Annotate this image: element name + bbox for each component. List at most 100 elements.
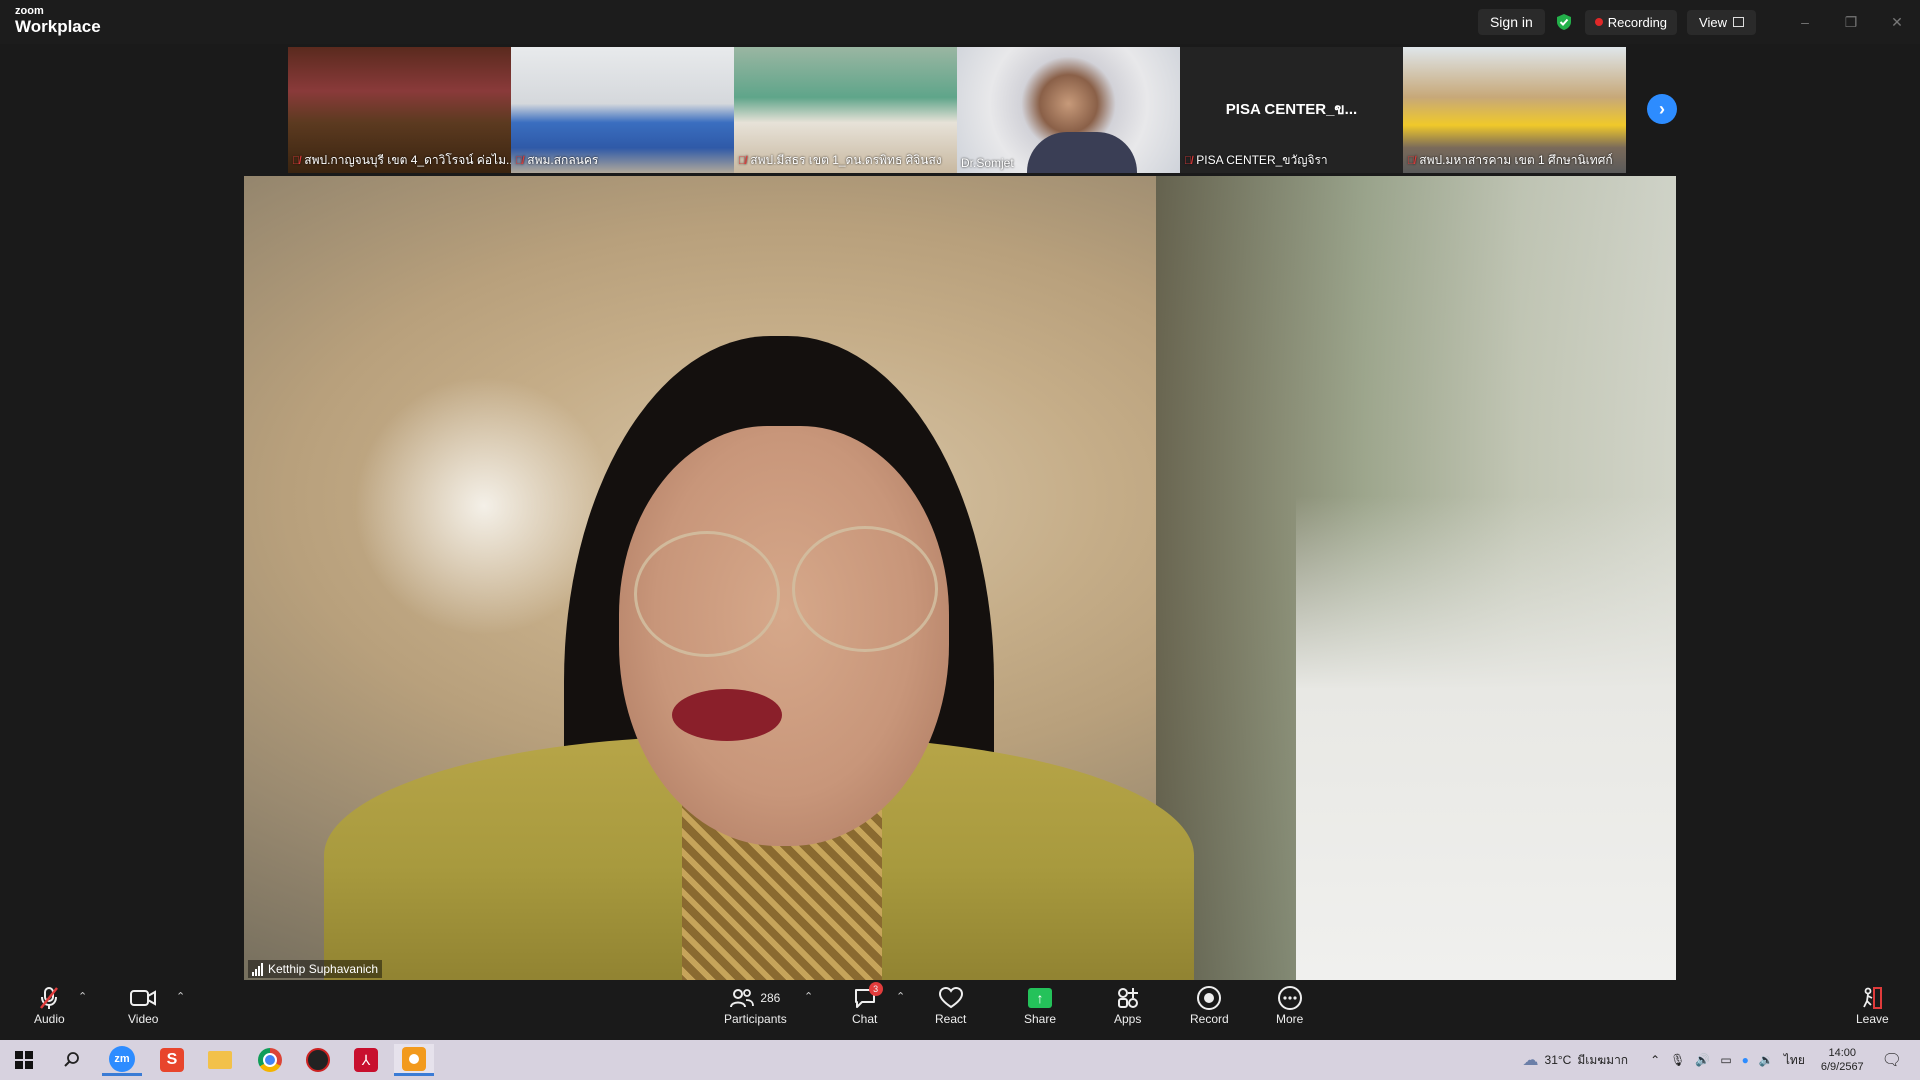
next-page-button[interactable]: › — [1647, 94, 1677, 124]
taskbar-chrome[interactable] — [250, 1044, 290, 1076]
sign-in-button[interactable]: Sign in — [1477, 9, 1545, 35]
shield-check-icon[interactable] — [1555, 13, 1573, 31]
participant-name-label: 🎙̸ สพป.มหาสารคาม เขต 1 ศึกษานิเทศก์ — [1407, 151, 1613, 170]
network-icon[interactable]: ▭ — [1720, 1053, 1731, 1067]
weather-cloud-icon[interactable]: ☁ — [1523, 1050, 1539, 1070]
chat-button[interactable]: 3 Chat — [852, 982, 883, 1026]
taskbar-app[interactable] — [394, 1044, 434, 1076]
record-button[interactable]: Record — [1190, 984, 1229, 1026]
audio-button[interactable]: Audio — [34, 984, 65, 1026]
windows-start-button[interactable] — [4, 1044, 44, 1076]
weather-temp[interactable]: 31°C — [1545, 1053, 1572, 1067]
mic-muted-icon: 🎙̸ — [515, 154, 524, 167]
view-button[interactable]: View — [1687, 9, 1756, 35]
chat-label: Chat — [852, 1012, 878, 1026]
recording-label: Recording — [1607, 14, 1668, 30]
mic-muted-icon: 🎙̸ — [738, 154, 747, 167]
heart-icon — [938, 986, 963, 1009]
video-background — [1296, 496, 1676, 980]
mic-muted-icon: 🎙̸ — [1184, 154, 1193, 167]
mic-muted-icon: 🎙̸ — [292, 154, 301, 167]
speaker-name: Ketthip Suphavanich — [268, 962, 379, 976]
taskbar-app[interactable] — [298, 1044, 338, 1076]
microphone-icon[interactable]: 🎙 — [1670, 1053, 1685, 1067]
clock-time: 14:00 — [1828, 1046, 1857, 1059]
participant-tile[interactable]: PISA CENTER_ข... 🎙̸ PISA CENTER_ขวัญจิรา — [1180, 47, 1403, 173]
mic-muted-icon — [40, 987, 59, 1009]
zoom-tray-icon[interactable]: ● — [1742, 1053, 1749, 1067]
signal-strength-icon — [252, 962, 264, 976]
video-camera-icon — [130, 990, 157, 1006]
system-tray: ☁ 31°C มีเมฆมาก ⌃ 🎙 🔊 ▭ ● 🔉 ไทย 14:00 6/… — [1523, 1040, 1920, 1080]
share-button[interactable]: ↑ Share — [1024, 984, 1056, 1026]
participant-name: สพป.กาญจนบุรี เขต 4_ดาวิโรจน์ ค่อไม... — [304, 153, 511, 167]
taskbar-search-button[interactable] — [52, 1044, 92, 1076]
taskbar-zoom-app[interactable]: zm — [102, 1044, 142, 1076]
apps-icon — [1117, 988, 1138, 1008]
glasses — [792, 526, 938, 652]
taskbar-acrobat[interactable]: ⅄ — [346, 1044, 386, 1076]
more-button[interactable]: More — [1276, 984, 1303, 1026]
recording-dot-icon — [1594, 18, 1603, 26]
taskbar-file-explorer[interactable] — [200, 1044, 240, 1076]
mic-muted-icon: 🎙̸ — [1407, 154, 1416, 167]
participants-label: Participants — [724, 1012, 787, 1026]
participants-button[interactable]: 286 Participants — [724, 984, 787, 1026]
slides-app-icon: S — [160, 1048, 184, 1072]
view-label: View — [1699, 14, 1727, 30]
react-label: React — [935, 1012, 967, 1026]
react-button[interactable]: React — [935, 984, 966, 1026]
chat-options-caret-icon[interactable]: ⌃ — [896, 990, 905, 1003]
participant-tile[interactable]: Dr.Somjet — [957, 47, 1180, 173]
video-button[interactable]: Video — [128, 984, 158, 1026]
participant-tile[interactable]: 🎙̸ สพม.สกลนคร — [511, 47, 734, 173]
folder-icon — [208, 1051, 232, 1069]
pdf-icon: ⅄ — [354, 1048, 378, 1072]
weather-desc[interactable]: มีเมฆมาก — [1577, 1051, 1628, 1070]
clock[interactable]: 14:00 6/9/2567 — [1821, 1046, 1864, 1075]
title-bar: zoom Workplace Sign in Recording View – … — [0, 0, 1920, 44]
input-language[interactable]: ไทย — [1784, 1051, 1805, 1070]
chevron-up-icon[interactable]: ⌃ — [1650, 1053, 1660, 1067]
participant-name-label: 🎙̸ PISA CENTER_ขวัญจิรา — [1184, 151, 1328, 170]
apps-button[interactable]: Apps — [1114, 984, 1141, 1026]
participant-tile[interactable]: 🎙̸ สพป.มีสธร เขต 1_ดน.ดรพิทธ ศิจินสง — [734, 47, 957, 173]
audio-label: Audio — [34, 1012, 65, 1026]
more-dots-icon — [1277, 986, 1302, 1010]
close-button[interactable]: ✕ — [1874, 0, 1920, 44]
meeting-toolbar: Audio ⌃ Video ⌃ 286 Participants ⌃ 3 Cha… — [0, 980, 1920, 1040]
logo-top-text: zoom — [15, 5, 44, 17]
participant-tile[interactable]: 🎙̸ สพป.กาญจนบุรี เขต 4_ดาวิโรจน์ ค่อไม..… — [288, 47, 511, 173]
search-icon — [64, 1052, 79, 1067]
audio-options-caret-icon[interactable]: ⌃ — [78, 990, 87, 1003]
os-taskbar: zm S ⅄ ☁ 31°C มีเมฆมาก ⌃ 🎙 🔊 ▭ ● 🔉 ไทย 1… — [0, 1040, 1920, 1080]
windows-logo-icon — [15, 1051, 33, 1069]
participant-name: สพป.มหาสารคาม เขต 1 ศึกษานิเทศก์ — [1419, 153, 1613, 167]
app-icon — [402, 1046, 426, 1071]
video-options-caret-icon[interactable]: ⌃ — [176, 990, 185, 1003]
participant-name: PISA CENTER_ขวัญจิรา — [1196, 153, 1328, 167]
participant-name-label: 🎙̸ สพม.สกลนคร — [515, 151, 598, 170]
participant-tile[interactable]: 🎙̸ สพป.มหาสารคาม เขต 1 ศึกษานิเทศก์ — [1403, 47, 1626, 173]
taskbar-app[interactable]: S — [152, 1044, 192, 1076]
recording-indicator[interactable]: Recording — [1584, 9, 1678, 35]
maximize-button[interactable]: ❐ — [1828, 0, 1874, 44]
participant-name-label: Dr.Somjet — [961, 156, 1014, 170]
minimize-button[interactable]: – — [1782, 0, 1828, 44]
speaker-name-label: Ketthip Suphavanich — [248, 960, 383, 978]
leave-button[interactable]: Leave — [1856, 984, 1889, 1026]
zoom-logo: zoom Workplace — [15, 5, 101, 36]
app-icon — [306, 1048, 330, 1072]
participant-name: สพม.สกลนคร — [527, 153, 599, 167]
participant-name-label: 🎙̸ สพป.มีสธร เขต 1_ดน.ดรพิทธ ศิจินสง — [738, 151, 942, 170]
record-label: Record — [1190, 1012, 1229, 1026]
chrome-icon — [258, 1048, 282, 1072]
notifications-icon[interactable]: 🗨 — [1882, 1050, 1902, 1070]
active-speaker-video[interactable]: Ketthip Suphavanich — [244, 176, 1676, 980]
video-label: Video — [128, 1012, 159, 1026]
leave-door-icon — [1863, 987, 1883, 1009]
participants-options-caret-icon[interactable]: ⌃ — [804, 990, 813, 1003]
volume-icon[interactable]: 🔉 — [1759, 1053, 1774, 1067]
speaker-volume-icon[interactable]: 🔊 — [1695, 1053, 1710, 1067]
participant-name: Dr.Somjet — [961, 156, 1014, 170]
